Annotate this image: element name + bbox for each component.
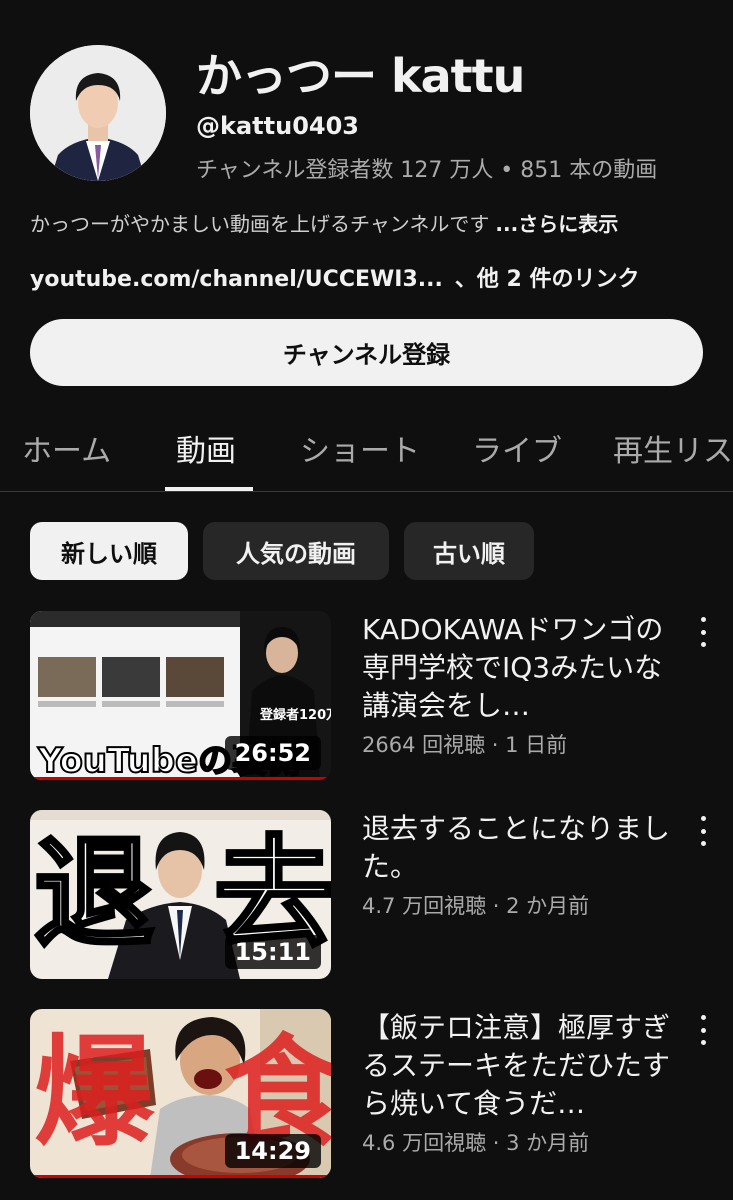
channel-handle: @kattu0403 <box>196 112 359 140</box>
video-thumbnail[interactable]: 登録者120万人 YouTubeの裏側 26:52 <box>30 611 331 780</box>
show-more-link[interactable]: ...さらに表示 <box>495 212 618 236</box>
video-title[interactable]: KADOKAWAドワンゴの専門学校でIQ3みたいな講演会をし… <box>362 611 682 725</box>
more-vert-icon[interactable] <box>690 816 716 846</box>
chip-oldest[interactable]: 古い順 <box>404 522 534 580</box>
video-item[interactable]: 退去 15:11 退去することになりました。 4.7 万回視聴 · 2 か月前 <box>0 810 733 980</box>
chip-popular[interactable]: 人気の動画 <box>203 522 389 580</box>
video-item[interactable]: 登録者120万人 YouTubeの裏側 26:52 KADOKAWAドワンゴの専… <box>0 611 733 781</box>
thumbnail-subtext: 登録者120万人 <box>260 708 331 723</box>
channel-avatar[interactable] <box>30 45 166 181</box>
video-thumbnail[interactable]: 爆食 14:29 <box>30 1009 331 1178</box>
channel-tabs: ホーム 動画 ショート ライブ 再生リス <box>0 416 733 492</box>
chip-newest[interactable]: 新しい順 <box>30 522 188 580</box>
avatar-portrait <box>30 45 166 181</box>
channel-name: かっつー kattu <box>196 49 525 103</box>
subscribe-button[interactable]: チャンネル登録 <box>30 319 703 386</box>
tab-shorts[interactable]: ショート <box>300 426 420 470</box>
channel-stats: チャンネル登録者数 127 万人 • 851 本の動画 <box>196 158 658 183</box>
channel-description-row[interactable]: かっつーがやかましい動画を上げるチャンネルです ...さらに表示 <box>30 208 618 237</box>
video-meta: 4.6 万回視聴 · 3 か月前 <box>362 1131 590 1155</box>
other-links-label[interactable]: 、他 2 件のリンク <box>455 267 640 292</box>
video-duration: 26:52 <box>224 736 321 770</box>
video-duration: 14:29 <box>224 1134 321 1168</box>
channel-links-row[interactable]: youtube.com/channel/UCCEWI3... 、他 2 件のリンク <box>30 261 639 293</box>
tab-videos[interactable]: 動画 <box>176 426 236 470</box>
video-item[interactable]: 爆食 14:29 【飯テロ注意】極厚すぎるステーキをただひたすら焼いて食うだ… … <box>0 1009 733 1179</box>
video-title[interactable]: 退去することになりました。 <box>362 810 682 886</box>
more-vert-icon[interactable] <box>690 617 716 647</box>
video-meta: 4.7 万回視聴 · 2 か月前 <box>362 894 590 918</box>
video-meta: 2664 回視聴 · 1 日前 <box>362 733 568 757</box>
tab-live[interactable]: ライブ <box>472 426 562 470</box>
video-duration: 15:11 <box>224 935 321 969</box>
channel-link[interactable]: youtube.com/channel/UCCEWI3... <box>30 267 443 292</box>
video-thumbnail[interactable]: 退去 15:11 <box>30 810 331 979</box>
more-vert-icon[interactable] <box>690 1015 716 1045</box>
tab-home[interactable]: ホーム <box>22 426 111 470</box>
active-tab-indicator <box>165 487 253 491</box>
video-title[interactable]: 【飯テロ注意】極厚すぎるステーキをただひたすら焼いて食うだ… <box>362 1009 682 1123</box>
tab-playlists[interactable]: 再生リス <box>613 426 733 470</box>
channel-description: かっつーがやかましい動画を上げるチャンネルです <box>30 212 490 236</box>
